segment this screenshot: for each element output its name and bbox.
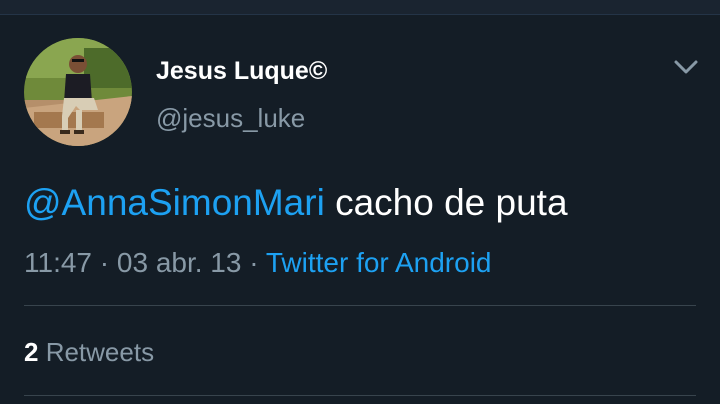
top-bar-edge <box>0 0 720 15</box>
tweet-metadata: 11:47 · 03 abr. 13 · Twitter for Android <box>24 245 492 281</box>
meta-separator: · <box>92 247 117 278</box>
tweet-source-link[interactable]: Twitter for Android <box>266 247 492 278</box>
retweets-stat[interactable]: 2 Retweets <box>24 334 154 370</box>
meta-separator: · <box>241 247 266 278</box>
tweet-time: 11:47 <box>24 247 92 278</box>
mention-link[interactable]: @AnnaSimonMari <box>24 182 325 223</box>
retweets-count: 2 <box>24 337 39 367</box>
profile-photo-image <box>24 38 132 146</box>
tweet-detail-screen: Jesus Luque© @jesus_luke @AnnaSimonMari … <box>0 0 720 404</box>
user-handle[interactable]: @jesus_luke <box>156 101 305 135</box>
tweet-text: @AnnaSimonMari cacho de puta <box>24 179 568 227</box>
divider <box>24 305 696 306</box>
display-name[interactable]: Jesus Luque© <box>156 55 327 87</box>
tweet-date: 03 abr. 13 <box>116 247 242 278</box>
retweets-label: Retweets <box>38 337 155 367</box>
chevron-down-icon[interactable] <box>664 54 708 82</box>
divider <box>24 395 696 396</box>
avatar[interactable] <box>24 38 132 146</box>
tweet-body-text: cacho de puta <box>324 182 568 223</box>
